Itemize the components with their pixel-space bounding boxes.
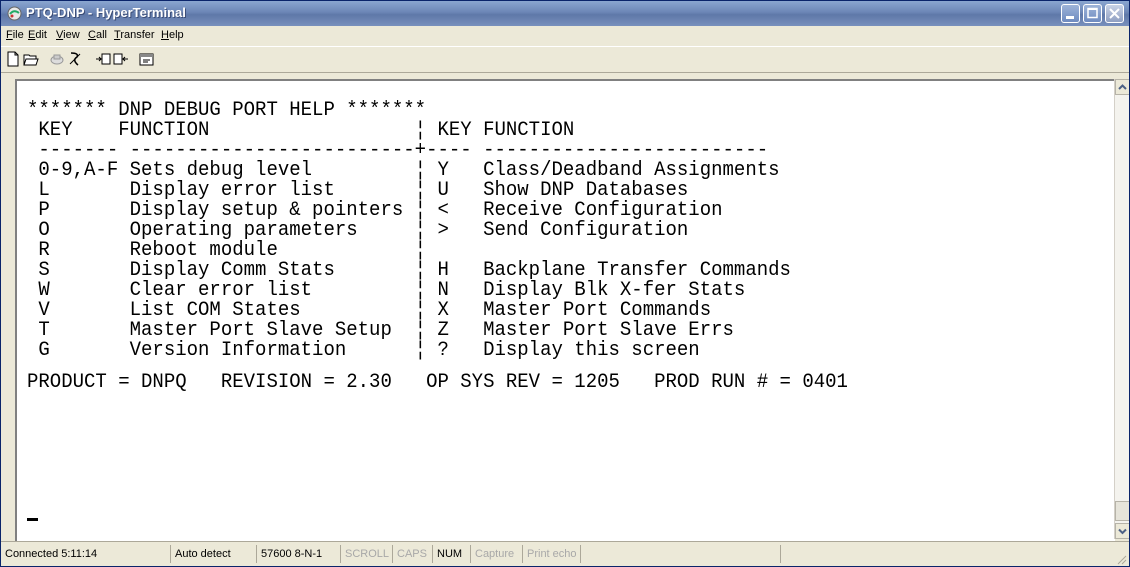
menu-transfer[interactable]: Transfer xyxy=(114,29,155,41)
terminal-text: ******* DNP DEBUG PORT HELP ******* KEY … xyxy=(27,81,848,393)
status-settings: 57600 8-N-1 xyxy=(257,545,341,563)
menu-call[interactable]: Call xyxy=(88,29,107,41)
terminal-line: V List COM States ¦ X Master Port Comman… xyxy=(27,299,712,322)
menu-help[interactable]: Help xyxy=(161,29,184,41)
status-capture: Capture xyxy=(471,545,523,563)
title-bar[interactable]: PTQ-DNP - HyperTerminal xyxy=(1,1,1129,26)
status-spare xyxy=(581,545,781,563)
status-num: NUM xyxy=(433,545,471,563)
terminal-line: S Display Comm Stats ¦ H Backplane Trans… xyxy=(27,259,791,282)
terminal-line: P Display setup & pointers ¦ < Receive C… xyxy=(27,199,723,222)
status-caps: CAPS xyxy=(393,545,433,563)
properties-icon[interactable] xyxy=(139,51,155,67)
status-bar: Connected 5:11:14 Auto detect 57600 8-N-… xyxy=(1,541,1129,566)
close-button[interactable] xyxy=(1105,4,1124,23)
terminal-line: G Version Information ¦ ? Display this s… xyxy=(27,339,700,362)
terminal-line: T Master Port Slave Setup ¦ Z Master Por… xyxy=(27,319,734,342)
terminal-line: R Reboot module ¦ xyxy=(27,239,427,262)
close-icon xyxy=(1109,8,1120,19)
terminal-line: ******* DNP DEBUG PORT HELP ******* xyxy=(27,99,427,122)
open-icon[interactable] xyxy=(23,51,39,67)
menu-bar: File Edit View Call Transfer Help xyxy=(1,26,1129,46)
terminal-line: L Display error list ¦ U Show DNP Databa… xyxy=(27,179,689,202)
disconnect-icon[interactable] xyxy=(67,51,83,67)
menu-edit[interactable]: Edit xyxy=(28,29,47,41)
scroll-down-button[interactable] xyxy=(1115,523,1129,539)
receive-icon[interactable] xyxy=(113,51,129,67)
status-detect: Auto detect xyxy=(171,545,257,563)
status-print-echo: Print echo xyxy=(523,545,581,563)
hyperterminal-app-icon xyxy=(7,6,22,21)
toolbar xyxy=(1,46,1129,73)
status-connected: Connected 5:11:14 xyxy=(1,545,171,563)
terminal-line: 0-9,A-F Sets debug level ¦ Y Class/Deadb… xyxy=(27,159,780,182)
terminal-line: KEY FUNCTION ¦ KEY FUNCTION xyxy=(27,119,575,142)
terminal-area: ******* DNP DEBUG PORT HELP ******* KEY … xyxy=(2,73,1129,542)
terminal-line: W Clear error list ¦ N Display Blk X-fer… xyxy=(27,279,746,302)
resize-grip-icon[interactable] xyxy=(1115,553,1127,565)
maximize-button[interactable] xyxy=(1083,4,1102,23)
terminal-line: ------- -------------------------+---- -… xyxy=(27,139,769,162)
new-icon[interactable] xyxy=(5,51,21,67)
window-title: PTQ-DNP - HyperTerminal xyxy=(26,5,186,20)
vertical-scrollbar[interactable] xyxy=(1114,79,1129,539)
menu-file[interactable]: File xyxy=(6,29,24,41)
menu-view[interactable]: View xyxy=(56,29,80,41)
connect-icon[interactable] xyxy=(49,51,65,67)
terminal-line: PRODUCT = DNPQ REVISION = 2.30 OP SYS RE… xyxy=(27,371,848,394)
hyperterminal-window: PTQ-DNP - HyperTerminal File Edit View C… xyxy=(0,0,1130,567)
terminal-line: O Operating parameters ¦ > Send Configur… xyxy=(27,219,689,242)
minimize-button[interactable] xyxy=(1061,4,1080,23)
chevron-down-icon xyxy=(1118,528,1127,535)
status-scroll: SCROLL xyxy=(341,545,393,563)
minimize-icon xyxy=(1066,16,1074,19)
maximize-icon xyxy=(1087,7,1098,19)
scroll-thumb[interactable] xyxy=(1115,501,1129,521)
terminal-cursor xyxy=(27,518,38,521)
send-icon[interactable] xyxy=(95,51,111,67)
chevron-up-icon xyxy=(1118,84,1127,90)
terminal-screen[interactable]: ******* DNP DEBUG PORT HELP ******* KEY … xyxy=(15,79,1115,542)
scroll-up-button[interactable] xyxy=(1115,79,1129,95)
